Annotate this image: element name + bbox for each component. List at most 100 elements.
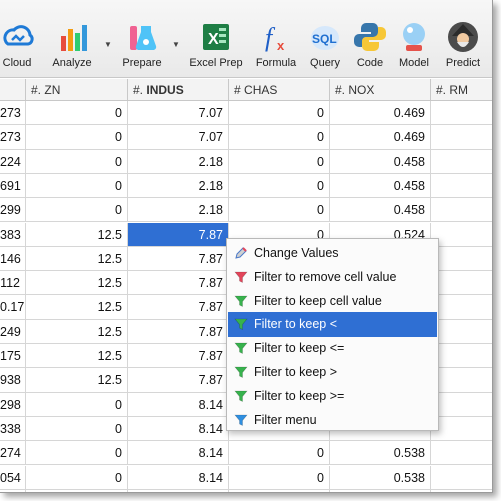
- menu-item-1[interactable]: Filter to remove cell value: [228, 265, 437, 290]
- table-cell[interactable]: 0: [26, 149, 128, 174]
- prepare-button[interactable]: ▼ Prepare: [116, 0, 180, 78]
- table-cell[interactable]: 0.458: [330, 149, 431, 174]
- table-cell[interactable]: 7.87: [128, 319, 229, 344]
- table-cell[interactable]: [431, 174, 492, 199]
- table-cell[interactable]: [431, 247, 492, 272]
- table-cell[interactable]: 12.5: [26, 344, 128, 369]
- table-cell[interactable]: [431, 441, 492, 466]
- table-cell[interactable]: 0.458: [330, 173, 431, 199]
- table-cell[interactable]: 8.14: [128, 416, 229, 442]
- column-header-row-index[interactable]: [0, 79, 26, 101]
- table-cell[interactable]: [431, 344, 492, 369]
- row-index-cell[interactable]: 273: [0, 125, 26, 150]
- table-cell[interactable]: 2.18: [128, 149, 229, 174]
- menu-item-3[interactable]: Filter to keep <: [228, 312, 437, 337]
- row-index-cell[interactable]: 342: [0, 489, 26, 492]
- table-cell[interactable]: 0: [26, 125, 128, 150]
- table-cell[interactable]: 0: [26, 392, 128, 417]
- column-header-indus[interactable]: #. INDUS: [128, 79, 229, 101]
- table-cell[interactable]: 12.5: [26, 368, 128, 393]
- table-cell[interactable]: 0.538: [330, 465, 431, 490]
- table-cell[interactable]: 0: [26, 173, 128, 199]
- table-cell[interactable]: 0: [229, 198, 330, 223]
- column-header-zn[interactable]: #. ZN: [26, 79, 128, 101]
- column-header-chas[interactable]: # CHAS: [229, 79, 330, 101]
- table-cell[interactable]: 0.469: [330, 125, 431, 150]
- analyze-button[interactable]: ▼ Analyze: [48, 0, 112, 78]
- table-cell[interactable]: 2.18: [128, 198, 229, 223]
- menu-item-0[interactable]: Change Values: [228, 241, 437, 266]
- table-cell[interactable]: 0: [229, 441, 330, 466]
- table-cell[interactable]: 12.5: [26, 319, 128, 344]
- cloud-button[interactable]: Cloud: [0, 0, 34, 78]
- table-cell[interactable]: 7.07: [128, 101, 229, 126]
- table-cell[interactable]: 12.5: [26, 246, 128, 272]
- excel-prep-button[interactable]: X Excel Prep: [186, 0, 246, 78]
- table-cell[interactable]: 8.14: [128, 489, 229, 492]
- table-cell[interactable]: 0: [26, 465, 128, 490]
- table-cell[interactable]: 7.87: [128, 222, 229, 247]
- query-button[interactable]: SQL Query: [304, 0, 346, 78]
- table-cell[interactable]: 0: [229, 149, 330, 174]
- table-cell[interactable]: [431, 271, 492, 296]
- table-cell[interactable]: [431, 223, 492, 247]
- table-cell[interactable]: [431, 466, 492, 490]
- table-cell[interactable]: [431, 198, 492, 223]
- row-index-cell[interactable]: 274: [0, 441, 26, 466]
- row-index-cell[interactable]: 338: [0, 416, 26, 442]
- table-cell[interactable]: 8.14: [128, 441, 229, 466]
- table-cell[interactable]: 12.5: [26, 222, 128, 247]
- table-cell[interactable]: 0: [26, 416, 128, 442]
- table-cell[interactable]: 0: [26, 489, 128, 492]
- table-cell[interactable]: 7.87: [128, 271, 229, 296]
- prepare-dropdown-icon[interactable]: ▼: [172, 40, 180, 49]
- column-header-rm[interactable]: #. RM: [431, 79, 492, 101]
- table-cell[interactable]: [431, 417, 492, 442]
- row-index-cell[interactable]: 175: [0, 344, 26, 369]
- table-cell[interactable]: 0.538: [330, 489, 431, 492]
- row-index-cell[interactable]: 0.17: [0, 295, 26, 320]
- predict-button[interactable]: Predict: [438, 0, 488, 78]
- table-cell[interactable]: 0: [229, 489, 330, 492]
- table-cell[interactable]: [431, 150, 492, 174]
- table-cell[interactable]: 0.538: [330, 441, 431, 466]
- menu-item-2[interactable]: Filter to keep cell value: [228, 289, 437, 314]
- table-cell[interactable]: 7.87: [128, 295, 229, 320]
- row-index-cell[interactable]: 298: [0, 392, 26, 417]
- model-button[interactable]: Model: [392, 0, 436, 78]
- row-index-cell[interactable]: 112: [0, 271, 26, 296]
- table-cell[interactable]: 12.5: [26, 295, 128, 320]
- table-cell[interactable]: 7.87: [128, 246, 229, 272]
- table-cell[interactable]: 0: [26, 101, 128, 126]
- table-cell[interactable]: 0.469: [330, 101, 431, 126]
- code-button[interactable]: Code: [350, 0, 390, 78]
- table-cell[interactable]: 2.18: [128, 173, 229, 199]
- row-index-cell[interactable]: 224: [0, 149, 26, 174]
- table-cell[interactable]: [431, 490, 492, 492]
- row-index-cell[interactable]: 054: [0, 465, 26, 490]
- row-index-cell[interactable]: 691: [0, 173, 26, 199]
- table-cell[interactable]: 7.87: [128, 368, 229, 393]
- menu-item-7[interactable]: Filter menu: [228, 408, 437, 433]
- table-cell[interactable]: 8.14: [128, 465, 229, 490]
- table-cell[interactable]: 0: [26, 441, 128, 466]
- menu-item-4[interactable]: Filter to keep <=: [228, 336, 437, 361]
- row-index-cell[interactable]: 383: [0, 222, 26, 247]
- table-cell[interactable]: [431, 125, 492, 150]
- table-cell[interactable]: 7.07: [128, 125, 229, 150]
- table-cell[interactable]: 8.14: [128, 392, 229, 417]
- table-cell[interactable]: 0: [229, 465, 330, 490]
- row-index-cell[interactable]: 249: [0, 319, 26, 344]
- table-cell[interactable]: 7.87: [128, 344, 229, 369]
- formula-button[interactable]: f x Formula: [252, 0, 300, 78]
- table-cell[interactable]: [431, 101, 492, 126]
- table-cell[interactable]: 0: [229, 173, 330, 199]
- table-cell[interactable]: 0.458: [330, 198, 431, 223]
- table-cell[interactable]: 0: [229, 101, 330, 126]
- table-cell[interactable]: [431, 368, 492, 393]
- table-cell[interactable]: 0: [229, 125, 330, 150]
- row-index-cell[interactable]: 299: [0, 198, 26, 223]
- menu-item-5[interactable]: Filter to keep >: [228, 360, 437, 385]
- row-index-cell[interactable]: 938: [0, 368, 26, 393]
- menu-item-6[interactable]: Filter to keep >=: [228, 384, 437, 409]
